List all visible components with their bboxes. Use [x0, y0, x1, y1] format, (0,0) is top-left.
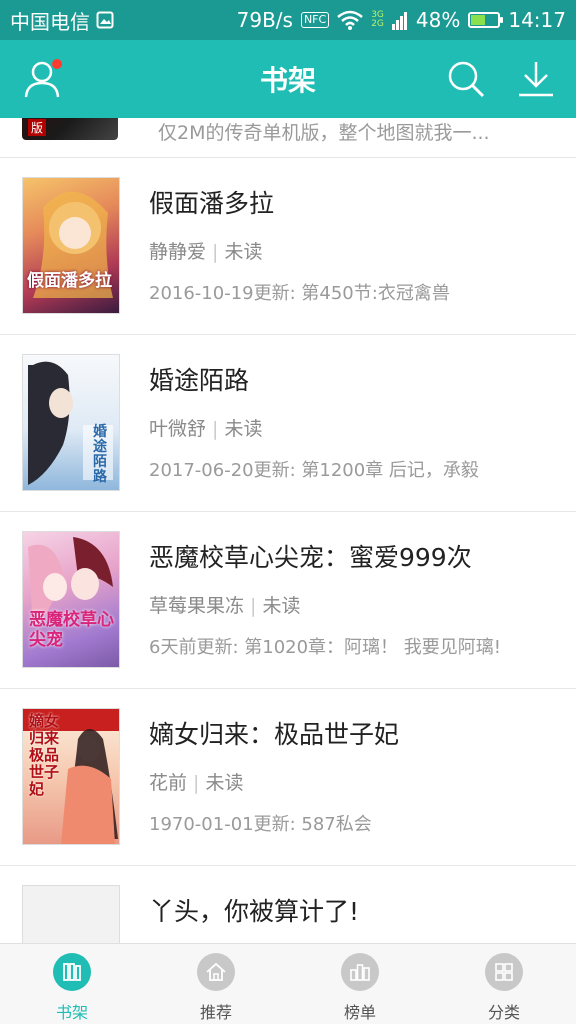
status-bar: 中国电信 79B/s NFC 3G 2G 48% 14:17 — [0, 0, 576, 40]
nav-label: 榜单 — [343, 1003, 376, 1022]
book-author: 草莓果果冻 — [149, 595, 245, 617]
nav-label: 书架 — [55, 1003, 88, 1022]
book-author: 静静爱 — [149, 241, 207, 263]
signal-icon — [391, 10, 408, 30]
download-button[interactable] — [514, 57, 558, 101]
nav-bookshelf[interactable]: 书架 — [0, 944, 144, 1024]
book-update: 1970-01-01更新: 587私会 — [149, 814, 372, 835]
nav-recommend[interactable]: 推荐 — [144, 944, 288, 1024]
book-meta: 花前 | 未读 — [149, 768, 244, 795]
carrier-name: 中国电信 — [10, 9, 90, 34]
book-update: 6天前更新: 第1020章：阿璃！ 我要见阿璃! — [149, 637, 501, 658]
book-title: 婚途陌路 — [149, 366, 250, 395]
clock: 14:17 — [508, 8, 566, 32]
book-cover: 假面潘多拉 — [22, 177, 120, 314]
separator: | — [187, 772, 206, 794]
book-update: 2016-10-19更新: 第450节:衣冠禽兽 — [149, 283, 450, 304]
cover-badge: 版 — [28, 119, 47, 136]
separator: | — [244, 595, 263, 617]
ranking-icon — [341, 953, 379, 991]
read-status: 未读 — [262, 595, 301, 617]
network-type-icon: 3G 2G — [371, 10, 384, 29]
book-cover: 恶魔校草心尖宠 — [22, 531, 120, 668]
nav-category[interactable]: 分类 — [432, 944, 576, 1024]
category-icon — [485, 953, 523, 991]
book-meta: 静静爱 | 未读 — [149, 237, 263, 264]
book-meta: 草莓果果冻 | 未读 — [149, 591, 301, 618]
battery-icon — [468, 12, 504, 28]
bookshelf-icon — [53, 953, 91, 991]
nav-label: 分类 — [487, 1003, 520, 1022]
list-item[interactable]: 嫡女归来 极品世子妃 嫡女归来：极品世子妃 花前 | 未读 1970-01-01… — [0, 689, 576, 866]
search-button[interactable] — [444, 57, 488, 101]
read-status: 未读 — [205, 772, 244, 794]
cover-title: 婚途陌路 — [93, 424, 107, 485]
download-icon — [519, 62, 553, 97]
book-cover-placeholder — [22, 885, 120, 943]
nav-ranking[interactable]: 榜单 — [288, 944, 432, 1024]
book-title: 丫头，你被算计了! — [149, 897, 360, 926]
book-cover: 版 — [22, 118, 118, 140]
app-header: 书架 — [0, 40, 576, 118]
read-status: 未读 — [224, 418, 263, 440]
list-item-partial[interactable]: 版 仅2M的传奇单机版，整个地图就我一... — [0, 118, 576, 158]
list-item[interactable]: 恶魔校草心尖宠 恶魔校草心尖宠：蜜爱999次 草莓果果冻 | 未读 6天前更新:… — [0, 512, 576, 689]
battery-percent: 48% — [415, 8, 461, 32]
book-author: 花前 — [149, 772, 188, 794]
book-title: 恶魔校草心尖宠：蜜爱999次 — [149, 543, 472, 572]
list-item[interactable]: 丫头，你被算计了! — [0, 866, 576, 943]
search-icon — [448, 61, 485, 98]
read-status: 未读 — [224, 241, 263, 263]
separator: | — [206, 241, 225, 263]
list-item[interactable]: 婚途陌路 婚途陌路 叶微舒 | 未读 2017-06-20更新: 第1200章 … — [0, 335, 576, 512]
page-title: 书架 — [259, 64, 316, 97]
book-meta: 叶微舒 | 未读 — [149, 414, 263, 441]
nav-label: 推荐 — [199, 1003, 232, 1022]
book-author: 叶微舒 — [149, 418, 207, 440]
book-cover: 婚途陌路 — [22, 354, 120, 491]
cover-title: 恶魔校草心尖宠 — [29, 610, 114, 650]
net-speed: 79B/s — [236, 8, 293, 32]
bookshelf-list[interactable]: 版 仅2M的传奇单机版，整个地图就我一... 假面潘多拉 假面潘多拉 静静爱 |… — [0, 118, 576, 943]
image-notification-icon — [96, 11, 114, 29]
home-icon — [197, 953, 235, 991]
bottom-navigation: 书架 推荐 榜单 分类 — [0, 943, 576, 1024]
list-item[interactable]: 假面潘多拉 假面潘多拉 静静爱 | 未读 2016-10-19更新: 第450节… — [0, 158, 576, 335]
user-profile-button[interactable] — [20, 57, 64, 101]
nfc-icon: NFC — [300, 12, 330, 28]
separator: | — [206, 418, 225, 440]
book-update: 2017-06-20更新: 第1200章 后记，承毅 — [149, 460, 479, 481]
notification-dot — [52, 59, 62, 69]
cover-title: 假面潘多拉 — [27, 271, 112, 291]
book-description: 仅2M的传奇单机版，整个地图就我一... — [158, 122, 490, 144]
cover-title: 嫡女归来 极品世子妃 — [29, 712, 60, 798]
book-title: 假面潘多拉 — [149, 189, 275, 218]
book-title: 嫡女归来：极品世子妃 — [149, 720, 400, 749]
book-cover: 嫡女归来 极品世子妃 — [22, 708, 120, 845]
wifi-icon — [337, 10, 364, 30]
